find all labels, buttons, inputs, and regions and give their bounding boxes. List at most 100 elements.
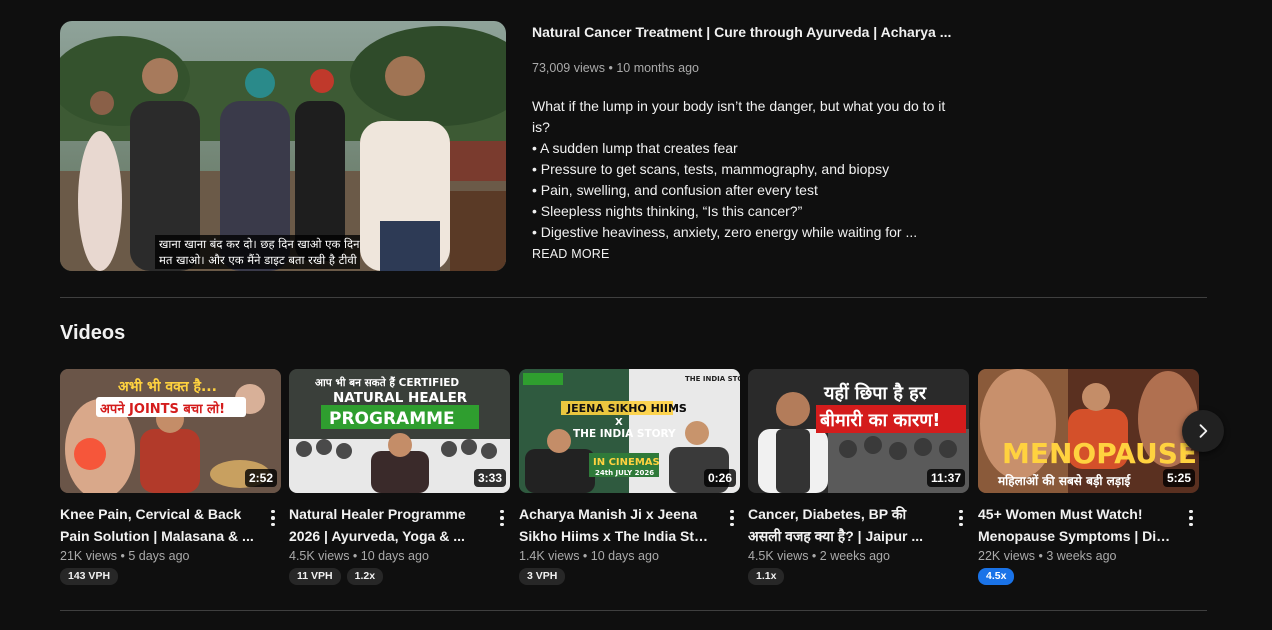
video-card: अभी भी वक्त है... अपने JOINTS बचा लो! 2:…	[60, 369, 281, 585]
video-meta: 4.5K views • 10 days ago	[289, 549, 429, 563]
thumb-text: THE INDIA STORY	[573, 428, 676, 440]
featured-video: खाना खाना बंद कर दो। छह दिन खाओ एक दिन म…	[60, 21, 1207, 271]
video-duration: 2:52	[244, 469, 277, 487]
thumb-text: अभी भी वक्त है...	[118, 378, 217, 395]
video-age: 3 weeks ago	[1046, 549, 1117, 563]
video-meta: 21K views • 5 days ago	[60, 549, 190, 563]
video-shelf: अभी भी वक्त है... अपने JOINTS बचा लो! 2:…	[60, 369, 1207, 589]
vph-badge: 3 VPH	[519, 568, 566, 585]
video-thumbnail[interactable]: आप भी बन सकते हैं CERTIFIED NATURAL HEAL…	[289, 369, 510, 493]
description-line: • A sudden lump that creates fear	[532, 140, 738, 156]
video-title[interactable]: 45+ Women Must Watch! Menopause Symptoms…	[978, 503, 1174, 547]
more-vert-icon[interactable]	[1183, 507, 1199, 529]
video-age: 5 days ago	[128, 549, 190, 563]
video-meta: 4.5K views • 2 weeks ago	[748, 549, 890, 563]
thumb-text: आप भी बन सकते हैं CERTIFIED	[315, 376, 459, 389]
divider	[60, 297, 1207, 298]
more-vert-icon[interactable]	[265, 507, 281, 529]
multiplier-badge: 1.1x	[748, 568, 785, 585]
video-title-line: Knee Pain, Cervical & Back	[60, 506, 242, 522]
featured-description: What if the lump in your body isn’t the …	[532, 96, 960, 243]
video-title-line: 2026 | Ayurveda, Yoga & ...	[289, 528, 465, 544]
video-title[interactable]: Knee Pain, Cervical & Back Pain Solution…	[60, 503, 256, 547]
thumb-text: JEENA SIKHO HIIMS	[566, 402, 687, 415]
featured-thumbnail-image	[60, 21, 506, 271]
video-title-line: असली वजह क्या है? | Jaipur ...	[748, 528, 924, 544]
badges: 3 VPH	[519, 568, 740, 585]
video-card: JEENA SIKHO HIIMS JEENA SIKHO HIIMS X TH…	[519, 369, 740, 585]
read-more-button[interactable]: READ MORE	[532, 247, 962, 261]
badges: 4.5x	[978, 568, 1199, 585]
video-title[interactable]: Cancer, Diabetes, BP की असली वजह क्या है…	[748, 503, 944, 547]
more-vert-icon[interactable]	[494, 507, 510, 529]
featured-meta: 73,009 views • 10 months ago	[532, 59, 962, 77]
featured-title[interactable]: Natural Cancer Treatment | Cure through …	[532, 22, 952, 42]
divider	[60, 610, 1207, 611]
badges: 1.1x	[748, 568, 969, 585]
description-line: What if the lump in your body isn’t the …	[532, 98, 946, 135]
video-age: 10 days ago	[590, 549, 659, 563]
video-card: आप भी बन सकते हैं CERTIFIED NATURAL HEAL…	[289, 369, 510, 585]
video-title-line: Pain Solution | Malasana & ...	[60, 528, 254, 544]
featured-views: 73,009 views	[532, 61, 605, 75]
description-line: • Pain, swelling, and confusion after ev…	[532, 182, 818, 198]
thumb-text: अपने JOINTS बचा लो!	[100, 401, 225, 417]
subtitle-caption: खाना खाना बंद कर दो। छह दिन खाओ एक दिन म…	[155, 235, 360, 269]
video-views: 4.5K views	[289, 549, 350, 563]
video-thumbnail[interactable]: MENOPAUSE महिलाओं की सबसे बड़ी लड़ाई 5:2…	[978, 369, 1199, 493]
thumb-text: PROGRAMME	[329, 409, 455, 429]
video-title[interactable]: Acharya Manish Ji x Jeena Sikho Hiims x …	[519, 503, 715, 547]
video-views: 1.4K views	[519, 549, 580, 563]
caption-line-2: मत खाओ। और एक मैंने डाइट बता रखी है टीवी	[159, 253, 357, 267]
thumb-text: महिलाओं की सबसे बड़ी लड़ाई	[997, 474, 1131, 488]
video-title-line: Cancer, Diabetes, BP की	[748, 506, 907, 522]
video-duration: 11:37	[926, 469, 965, 487]
video-duration: 5:25	[1162, 469, 1195, 487]
video-card: यहीं छिपा है हर बीमारी का कारण! 11:37 Ca…	[748, 369, 969, 585]
video-title-line: 45+ Women Must Watch!	[978, 506, 1143, 522]
thumb-text: MENOPAUSE	[1002, 437, 1197, 470]
video-thumbnail[interactable]: यहीं छिपा है हर बीमारी का कारण! 11:37	[748, 369, 969, 493]
description-line: • Pressure to get scans, tests, mammogra…	[532, 161, 890, 177]
video-title-line: Menopause Symptoms | Die...	[978, 528, 1174, 544]
video-title-line: Acharya Manish Ji x Jeena	[519, 506, 698, 522]
video-views: 4.5K views	[748, 549, 809, 563]
video-thumbnail[interactable]: अभी भी वक्त है... अपने JOINTS बचा लो! 2:…	[60, 369, 281, 493]
vph-badge: 11 VPH	[289, 568, 341, 585]
chevron-right-icon	[1199, 424, 1208, 438]
badges: 143 VPH	[60, 568, 281, 585]
video-age: 10 days ago	[360, 549, 429, 563]
video-views: 22K views	[978, 549, 1035, 563]
vph-badge: 143 VPH	[60, 568, 119, 585]
video-card: MENOPAUSE महिलाओं की सबसे बड़ी लड़ाई 5:2…	[978, 369, 1199, 585]
video-views: 21K views	[60, 549, 117, 563]
badges: 11 VPH 1.2x	[289, 568, 510, 585]
more-vert-icon[interactable]	[953, 507, 969, 529]
video-title-line: Natural Healer Programme	[289, 506, 466, 522]
video-age: 2 weeks ago	[819, 549, 890, 563]
thumb-text: THE INDIA STORY	[685, 375, 740, 383]
featured-thumbnail[interactable]: खाना खाना बंद कर दो। छह दिन खाओ एक दिन म…	[60, 21, 506, 271]
multiplier-badge: 4.5x	[978, 568, 1015, 585]
featured-age: 10 months ago	[616, 61, 700, 75]
video-thumbnail[interactable]: JEENA SIKHO HIIMS JEENA SIKHO HIIMS X TH…	[519, 369, 740, 493]
thumb-text: NATURAL HEALER	[333, 390, 468, 406]
video-title[interactable]: Natural Healer Programme 2026 | Ayurveda…	[289, 503, 485, 547]
thumb-text: बीमारी का कारण!	[819, 409, 940, 431]
video-title-line: Sikho Hiims x The India Story	[519, 528, 715, 544]
caption-line-1: खाना खाना बंद कर दो। छह दिन खाओ एक दिन	[159, 237, 360, 251]
featured-info: Natural Cancer Treatment | Cure through …	[532, 21, 962, 261]
video-duration: 0:26	[703, 469, 736, 487]
section-title[interactable]: Videos	[60, 320, 125, 346]
thumb-text: 24th JULY 2026	[595, 469, 654, 477]
video-meta: 22K views • 3 weeks ago	[978, 549, 1117, 563]
thumb-text: IN CINEMAS	[593, 457, 660, 468]
thumb-text: X	[615, 417, 623, 428]
more-vert-icon[interactable]	[724, 507, 740, 529]
description-line: • Digestive heaviness, anxiety, zero ene…	[532, 224, 918, 240]
description-line: • Sleepless nights thinking, “Is this ca…	[532, 203, 803, 219]
video-duration: 3:33	[473, 469, 506, 487]
multiplier-badge: 1.2x	[346, 568, 384, 585]
shelf-next-button[interactable]	[1182, 410, 1224, 452]
thumb-text: यहीं छिपा है हर	[823, 382, 927, 404]
